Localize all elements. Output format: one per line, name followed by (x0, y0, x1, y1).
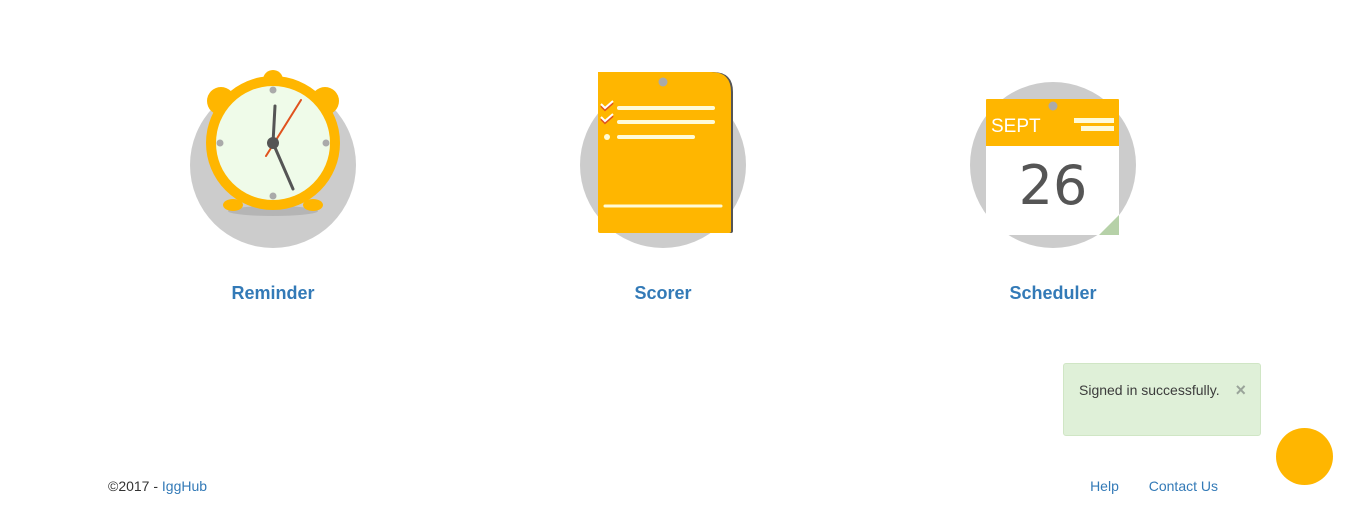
feature-reminder: Reminder (173, 68, 373, 304)
floating-action-button[interactable] (1276, 428, 1333, 485)
help-link[interactable]: Help (1090, 478, 1119, 494)
copyright-text: ©2017 - (108, 478, 162, 494)
flash-message: Signed in successfully. (1079, 382, 1220, 398)
reminder-link[interactable]: Reminder (231, 283, 314, 304)
footer-copyright: ©2017 - IggHub (108, 478, 207, 494)
brand-link[interactable]: IggHub (162, 478, 207, 494)
feature-scheduler: SEPT 26 Scheduler (953, 68, 1153, 304)
scheduler-link[interactable]: Scheduler (1009, 283, 1096, 304)
calendar-icon[interactable]: SEPT 26 (953, 68, 1153, 253)
feature-scorer: Scorer (563, 68, 763, 304)
flash-close-button[interactable]: × (1235, 381, 1246, 399)
checklist-icon[interactable] (563, 68, 763, 253)
scorer-link[interactable]: Scorer (634, 283, 691, 304)
flash-notice: Signed in successfully. × (1063, 363, 1261, 436)
app-root: Reminder Scorer SEPT 26 Scheduler Signed… (0, 0, 1349, 508)
contact-us-link[interactable]: Contact Us (1149, 478, 1218, 494)
footer-links: Help Contact Us (1064, 478, 1218, 494)
calendar-day: 26 (1019, 154, 1088, 217)
alarm-clock-icon[interactable] (173, 68, 373, 253)
calendar-month: SEPT (991, 116, 1041, 137)
